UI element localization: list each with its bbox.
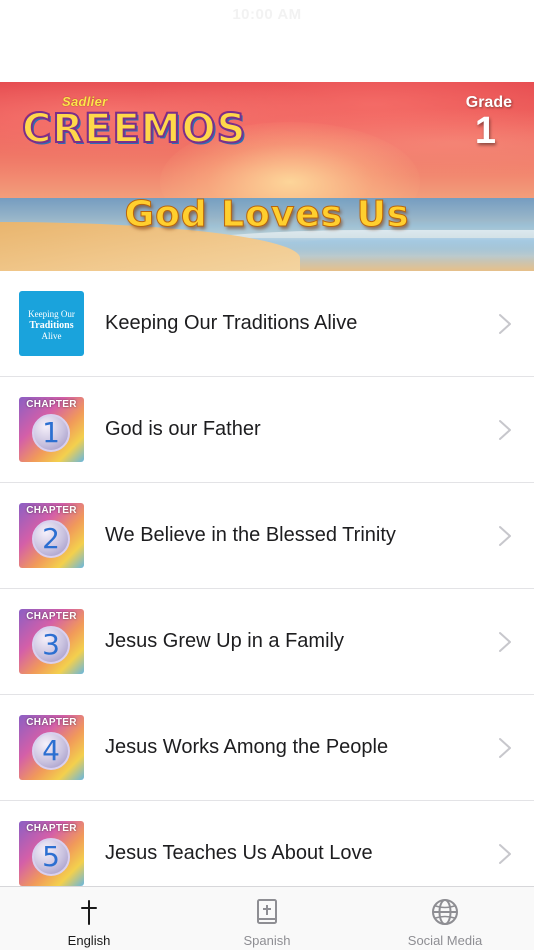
status-time: 10:00 AM xyxy=(232,6,302,23)
list-item-chapter-2[interactable]: CHAPTER 2 We Believe in the Blessed Trin… xyxy=(0,483,534,589)
bible-icon xyxy=(257,899,277,924)
traditions-icon-text-2: Traditions xyxy=(29,320,74,331)
chapter-icon-label: CHAPTER xyxy=(26,505,77,516)
list-item-traditions[interactable]: Keeping Our Traditions Alive Keeping Our… xyxy=(0,271,534,377)
tab-english[interactable]: English xyxy=(0,887,178,950)
app-screen: 10:00 AM Sadlier CREEMOS Grade 1 God Lov… xyxy=(0,0,534,950)
chapter-list: Keeping Our Traditions Alive Keeping Our… xyxy=(0,271,534,907)
list-item-label: Keeping Our Traditions Alive xyxy=(105,312,358,334)
chapter-icon-label: CHAPTER xyxy=(26,399,77,410)
list-item-label: Jesus Grew Up in a Family xyxy=(105,630,344,652)
header-banner: Sadlier CREEMOS Grade 1 God Loves Us xyxy=(0,82,534,271)
chapter-icon: CHAPTER 5 xyxy=(19,821,84,886)
globe-icon xyxy=(432,899,458,925)
traditions-icon-text-3: Alive xyxy=(41,331,62,341)
cross-icon xyxy=(81,900,97,925)
list-item-label: We Believe in the Blessed Trinity xyxy=(105,524,396,546)
tab-bar: English Spanish Social Media xyxy=(0,886,534,950)
traditions-icon: Keeping Our Traditions Alive xyxy=(19,291,84,356)
chevron-right-icon xyxy=(499,420,511,440)
chapter-icon-label: CHAPTER xyxy=(26,823,77,834)
tab-spanish[interactable]: Spanish xyxy=(178,887,356,950)
chapter-icon: CHAPTER 4 xyxy=(19,715,84,780)
chevron-right-icon xyxy=(499,844,511,864)
list-item-chapter-1[interactable]: CHAPTER 1 God is our Father xyxy=(0,377,534,483)
chapter-icon: CHAPTER 1 xyxy=(19,397,84,462)
grade-number: 1 xyxy=(474,110,496,152)
chevron-right-icon xyxy=(499,314,511,334)
tab-label: Social Media xyxy=(407,933,483,948)
traditions-icon-text-1: Keeping Our xyxy=(28,309,75,319)
tab-label: Spanish xyxy=(243,933,291,948)
list-item-label: God is our Father xyxy=(105,418,261,440)
chevron-right-icon xyxy=(499,738,511,758)
chapter-number-badge: 3 xyxy=(32,626,70,664)
chevron-right-icon xyxy=(499,632,511,652)
chapter-icon-label: CHAPTER xyxy=(26,717,77,728)
status-bar: 10:00 AM xyxy=(0,0,534,82)
chapter-number-badge: 1 xyxy=(32,414,70,452)
chapter-number-badge: 4 xyxy=(32,732,70,770)
chapter-icon: CHAPTER 3 xyxy=(19,609,84,674)
tab-social-media[interactable]: Social Media xyxy=(356,887,534,950)
chevron-right-icon xyxy=(499,526,511,546)
chapter-icon: CHAPTER 2 xyxy=(19,503,84,568)
chapter-icon-label: CHAPTER xyxy=(26,611,77,622)
book-title: God Loves Us xyxy=(124,194,410,236)
chapter-number-badge: 5 xyxy=(32,838,70,876)
chapter-number-badge: 2 xyxy=(32,520,70,558)
list-item-chapter-4[interactable]: CHAPTER 4 Jesus Works Among the People xyxy=(0,695,534,801)
list-item-chapter-3[interactable]: CHAPTER 3 Jesus Grew Up in a Family xyxy=(0,589,534,695)
tab-label: English xyxy=(67,933,111,948)
list-item-label: Jesus Works Among the People xyxy=(105,736,389,758)
brand-logo: CREEMOS xyxy=(21,105,247,153)
